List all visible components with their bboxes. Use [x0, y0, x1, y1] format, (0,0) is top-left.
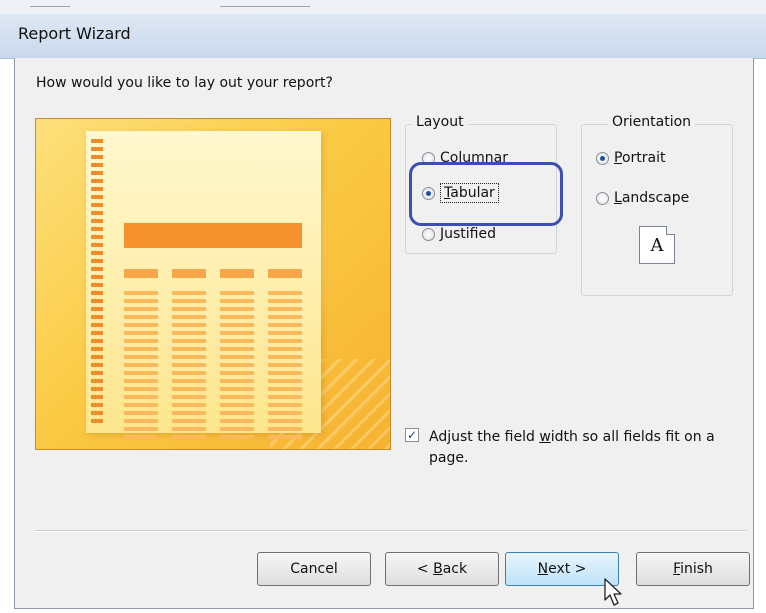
- cancel-button[interactable]: Cancel: [257, 552, 371, 586]
- orientation-option-portrait[interactable]: Portrait: [596, 150, 665, 166]
- title-bar: Report Wizard: [0, 14, 766, 59]
- report-wizard-dialog: How would you like to lay out your repor…: [14, 58, 754, 609]
- adjust-width-checkbox[interactable]: ✓: [405, 428, 419, 442]
- mouse-pointer-icon: [604, 578, 622, 606]
- layout-legend: Layout: [412, 114, 468, 130]
- radio-landscape[interactable]: [596, 191, 609, 205]
- background-strip: [0, 0, 766, 14]
- preview-title-bar: [124, 223, 302, 248]
- radio-portrait[interactable]: [596, 151, 609, 165]
- window-title: Report Wizard: [18, 24, 131, 43]
- button-separator: [35, 530, 747, 532]
- back-button[interactable]: < Back: [385, 552, 499, 586]
- orientation-option-landscape[interactable]: Landscape: [596, 190, 689, 206]
- orientation-legend: Orientation: [608, 114, 696, 130]
- tabular-highlight-annotation: [409, 162, 563, 226]
- finish-button[interactable]: Finish: [636, 552, 750, 586]
- tabular-report-preview-icon: [35, 118, 391, 450]
- layout-option-justified[interactable]: Justified: [422, 226, 496, 242]
- portrait-page-icon: A: [639, 226, 675, 264]
- layout-question: How would you like to lay out your repor…: [36, 75, 333, 91]
- radio-justified[interactable]: [422, 227, 435, 241]
- next-button[interactable]: Next >: [505, 552, 619, 586]
- adjust-width-label[interactable]: Adjust the field width so all fields fit…: [429, 427, 729, 469]
- preview-binding: [91, 139, 103, 429]
